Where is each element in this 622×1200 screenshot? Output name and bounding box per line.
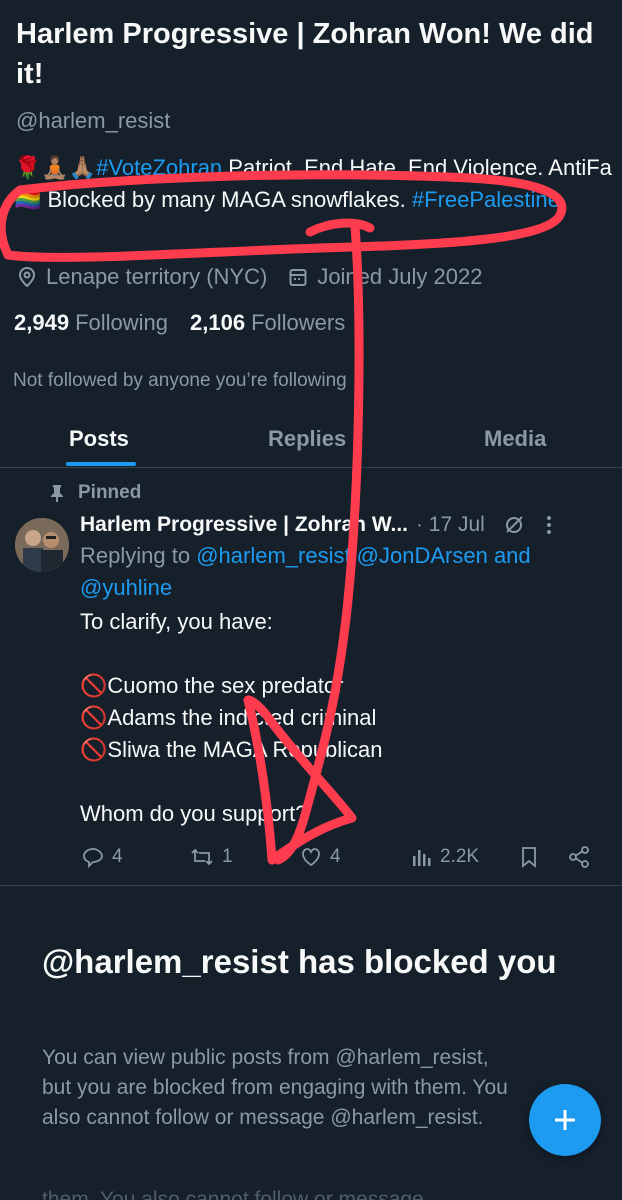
follow-stats: 2,949 Following 2,106 Followers [14, 310, 367, 336]
bookmark-icon [522, 847, 536, 868]
tweet-date[interactable]: · 17 Jul [416, 513, 485, 537]
profile-location: Lenape territory (NYC) [46, 264, 268, 289]
like-icon [302, 848, 320, 867]
profile-tabs: Posts Replies Media [0, 416, 622, 468]
profile-display-name: Harlem Progressive | Zohran Won! We did … [16, 18, 594, 90]
active-tab-indicator [66, 462, 136, 466]
following-count[interactable]: 2,949 [14, 310, 69, 336]
tab-posts[interactable]: Posts [69, 426, 129, 452]
repost-icon [191, 848, 213, 866]
reply-button[interactable]: 4 [82, 846, 123, 868]
edit-icon [505, 516, 523, 533]
pinned-label: Pinned [78, 482, 142, 503]
compose-button[interactable] [529, 1084, 601, 1156]
profile-meta: Lenape territory (NYC) Joined July 2022 [18, 264, 482, 290]
tweet-body: To clarify, you have: 🚫Cuomo the sex pre… [80, 609, 383, 826]
pinned-tweet[interactable]: Pinned Harlem Progressive | Zohran W... … [0, 468, 622, 886]
followers-count[interactable]: 2,106 [190, 310, 245, 336]
tweet-actions: 4 1 4 2.2K [80, 846, 610, 872]
location-icon [18, 266, 36, 288]
profile-handle: @harlem_resist [16, 108, 171, 133]
like-button[interactable]: 4 [300, 846, 341, 868]
tweet-author[interactable]: Harlem Progressive | Zohran W... [80, 513, 408, 537]
bio-hashtag-freepalestine[interactable]: #FreePalestine [412, 187, 560, 212]
share-icon [569, 846, 589, 868]
followers-label[interactable]: Followers [251, 310, 345, 336]
profile-bio: 🌹🧘🏽🙏🏽#VoteZohran Patriot. End Hate. End … [14, 152, 614, 216]
replying-to: Replying to @harlem_resist @JonDArsen an… [80, 540, 600, 604]
views-button[interactable]: 2.2K [410, 846, 479, 868]
tab-replies[interactable]: Replies [268, 426, 346, 452]
plus-icon [555, 1110, 575, 1130]
not-followed-note: Not followed by anyone you’re following [13, 370, 347, 391]
bookmark-button[interactable] [520, 846, 546, 868]
share-button[interactable] [568, 846, 598, 868]
repost-count: 1 [222, 846, 233, 867]
tab-media[interactable]: Media [484, 426, 546, 452]
reply-icon [83, 848, 103, 868]
more-icon[interactable] [545, 515, 553, 535]
like-count: 4 [330, 846, 341, 867]
replying-prefix: Replying to [80, 543, 197, 568]
bio-emoji: 🌹🧘🏽🙏🏽 [14, 155, 97, 180]
views-count: 2.2K [440, 846, 480, 867]
blocked-title: @harlem_resist has blocked you [42, 943, 557, 980]
views-icon [413, 850, 431, 866]
blocked-notice: @harlem_resist has blocked you You can v… [0, 888, 622, 1200]
repost-button[interactable]: 1 [190, 846, 233, 868]
calendar-icon [289, 267, 307, 287]
profile-header: Harlem Progressive | Zohran Won! We did … [0, 0, 622, 468]
following-label[interactable]: Following [75, 310, 168, 336]
profile-joined: Joined July 2022 [317, 264, 483, 289]
avatar[interactable] [15, 518, 69, 572]
pinned-label-row: Pinned [50, 482, 141, 504]
pin-icon [51, 485, 63, 502]
reply-count: 4 [112, 846, 123, 867]
bio-hashtag-votezohran[interactable]: #VoteZohran [96, 155, 222, 180]
blocked-description: You can view public posts from @harlem_r… [42, 1046, 508, 1129]
tweet-header: Harlem Progressive | Zohran W... · 17 Ju… [80, 510, 610, 540]
blocked-ghost-text: them. You also cannot follow or message [42, 1188, 424, 1200]
